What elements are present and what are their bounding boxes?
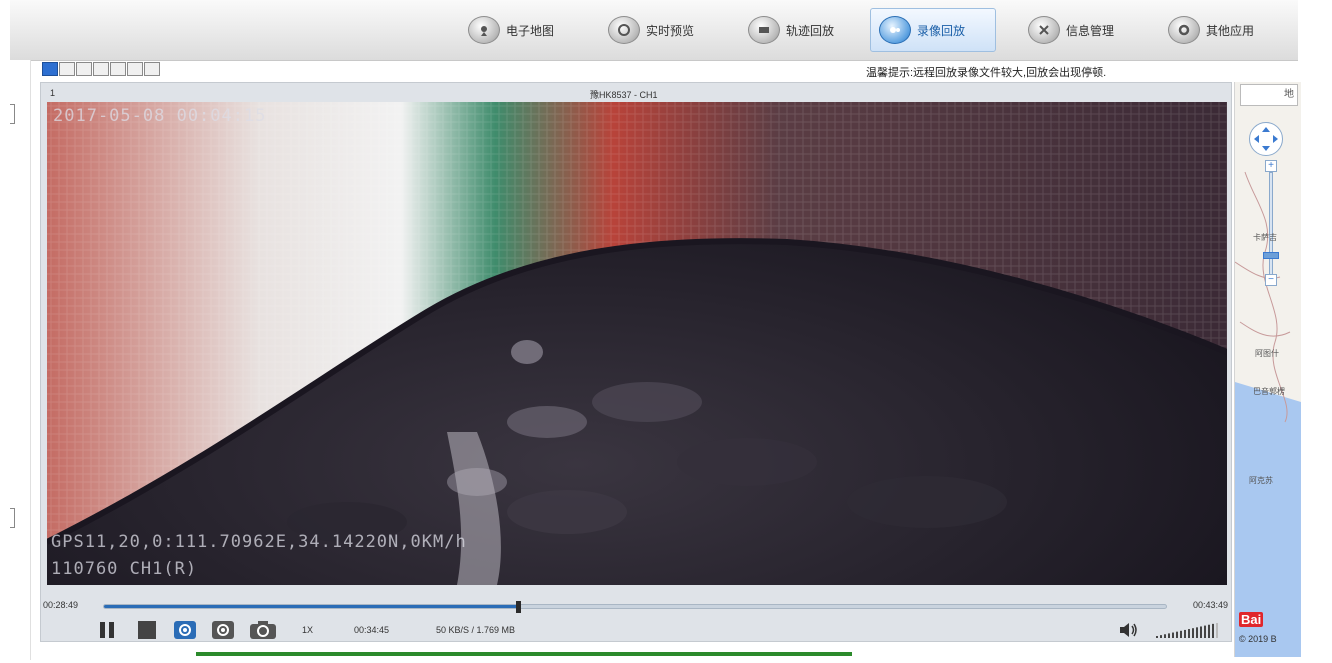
volume-bar [1156,636,1158,638]
osd-gps: GPS11,20,0:111.70962E,34.14220N,0KM/h [51,532,467,552]
record-button[interactable] [174,620,196,640]
end-time: 00:43:49 [1192,600,1228,610]
map-copyright: © 2019 B [1239,634,1277,644]
nav-info-management[interactable]: 信息管理 [1020,8,1122,52]
video-playback-icon [879,16,911,44]
map-label: 阿克苏 [1249,476,1273,485]
seek-thumb[interactable] [516,601,522,613]
playback-tip: 温馨提示:远程回放录像文件较大,回放会出现停顿. [866,67,1107,79]
volume-bar [1176,631,1178,638]
left-sidebar-collapsed [0,60,31,660]
seek-bar-row: 00:28:49 00:43:49 [40,598,1232,616]
map-search-input[interactable]: 地 [1240,84,1298,106]
zoom-in-button[interactable]: + [1265,160,1277,172]
capture-icon [212,621,234,639]
map-icon [468,16,500,44]
volume-bar [1196,627,1198,638]
channel-name: 豫HK8537 - CH1 [590,90,658,100]
nav-video-playback[interactable]: 录像回放 [870,8,996,52]
transfer-rate: 50 KB/S / 1.769 MB [436,625,516,635]
live-preview-icon [608,16,640,44]
nav-other-apps[interactable]: 其他应用 [1160,8,1262,52]
osd-timestamp: 2017-05-08 00:04:15 [53,106,267,126]
info-manage-icon [1028,16,1060,44]
volume-level-bars [1156,623,1218,638]
nav-label: 其他应用 [1206,23,1255,38]
map-label: 巴音郭楞 [1253,387,1285,396]
zoom-thumb[interactable] [1263,252,1279,259]
camera-icon [250,621,276,639]
record-icon [174,621,196,639]
map-panel[interactable]: 地 + − 卡萨吉 阿图什 巴音郭楞 阿克苏 Bai © 2019 B [1234,82,1301,657]
seek-track[interactable] [103,601,1167,613]
logo-text: Bai [1241,612,1262,627]
volume-bar [1164,634,1166,638]
top-nav-bar: 电子地图 实时预览 轨迹回放 录像回放 信息管理 其他应用 [10,0,1298,61]
volume-bar [1204,625,1206,638]
speaker-icon [1120,623,1137,637]
capture-button[interactable] [212,620,234,640]
volume-bar [1200,626,1202,638]
baidu-logo[interactable]: Bai [1239,612,1264,627]
volume-bar [1180,630,1182,638]
layout-6-split-button[interactable] [93,62,109,76]
playback-speed[interactable]: 1X [302,625,313,635]
volume-bar [1184,629,1186,638]
playback-controls: 1X 00:34:45 50 KB/S / 1.769 MB [40,618,1232,644]
volume-bar [1216,623,1218,638]
layout-toolbar [42,62,160,78]
volume-bar [1160,635,1162,638]
snapshot-button[interactable] [250,620,276,640]
layout-2-split-button[interactable] [59,62,75,76]
track-playback-icon [748,16,780,44]
layout-8-split-button[interactable] [110,62,126,76]
nav-label: 轨迹回放 [786,23,835,38]
volume-slider[interactable] [1156,622,1220,638]
layout-1-split-button[interactable] [42,62,58,76]
layout-16-split-button[interactable] [144,62,160,76]
pan-arrows-icon [1254,127,1278,151]
nav-label: 信息管理 [1066,23,1115,38]
osd-device: 110760 CH1(R) [51,559,198,579]
nav-label: 录像回放 [917,23,966,38]
stop-button[interactable] [136,620,158,640]
other-apps-icon [1168,16,1200,44]
current-time: 00:34:45 [354,625,390,635]
volume-bar [1168,633,1170,638]
nav-live-preview[interactable]: 实时预览 [600,8,702,52]
map-zoom-control[interactable]: + − [1263,160,1279,288]
video-frame[interactable]: 2017-05-08 00:04:15 GPS11,20,0:111.70962… [47,102,1227,585]
volume-bar [1172,632,1174,638]
nav-track-playback[interactable]: 轨迹回放 [740,8,842,52]
map-label: 阿图什 [1255,349,1279,358]
video-scene [47,102,1227,585]
load-progress-strip [196,652,852,656]
volume-bar [1208,624,1210,638]
map-pan-control[interactable] [1249,122,1283,156]
nav-label: 电子地图 [506,23,555,38]
zoom-out-button[interactable]: − [1265,274,1277,286]
nav-electronic-map[interactable]: 电子地图 [460,8,562,52]
channel-index: 1 [50,88,56,98]
volume-bar [1188,629,1190,638]
start-time: 00:28:49 [43,600,79,610]
pause-icon [100,622,114,638]
nav-label: 实时预览 [646,23,695,38]
map-label: 卡萨吉 [1253,233,1277,242]
volume-button[interactable] [1118,620,1140,640]
sidebar-handle-bottom[interactable] [10,508,15,528]
volume-bar [1212,623,1214,638]
layout-9-split-button[interactable] [127,62,143,76]
volume-bar [1192,628,1194,638]
zoom-track[interactable] [1269,172,1273,276]
layout-4-split-button[interactable] [76,62,92,76]
stop-icon [138,621,156,639]
pause-button[interactable] [96,620,118,640]
sidebar-handle-top[interactable] [10,104,15,124]
seek-progress-fill [104,605,519,608]
